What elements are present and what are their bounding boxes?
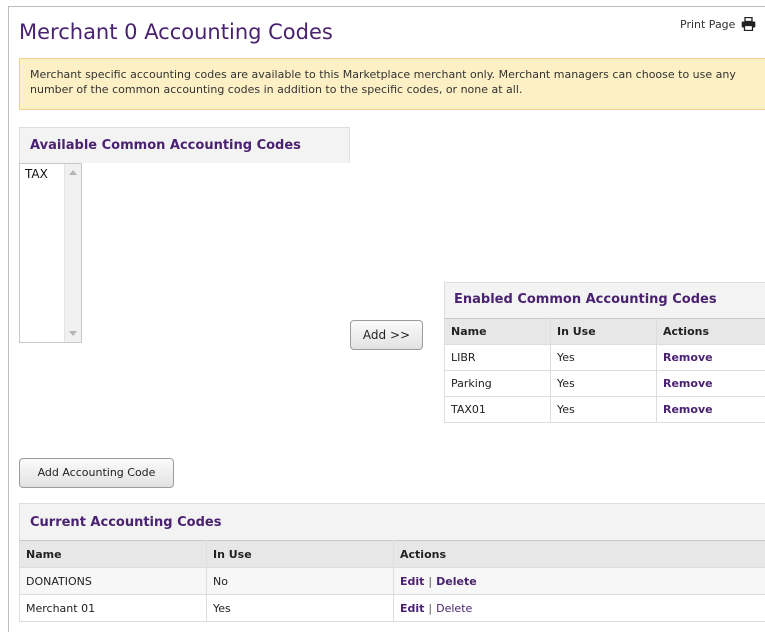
table-row: LIBR Yes Remove [444, 344, 765, 371]
code-in-use: No [206, 567, 394, 595]
table-row: Merchant 01 Yes Edit | Delete [19, 594, 765, 622]
column-header-name: Name [19, 540, 207, 568]
code-name: DONATIONS [19, 567, 207, 595]
print-page-link[interactable]: Print Page [680, 17, 756, 31]
column-header-name: Name [444, 318, 551, 345]
print-page-label: Print Page [680, 17, 736, 31]
add-button[interactable]: Add >> [350, 320, 423, 350]
column-header-actions: Actions [393, 540, 765, 568]
table-row: TAX01 Yes Remove [444, 396, 765, 423]
remove-link[interactable]: Remove [663, 351, 713, 364]
page-title: Merchant 0 Accounting Codes [19, 20, 333, 44]
column-header-in-use: In Use [206, 540, 394, 568]
table-header-row: Name In Use Actions [444, 318, 765, 345]
table-header-row: Name In Use Actions [19, 540, 765, 568]
code-name: LIBR [444, 344, 551, 371]
edit-link[interactable]: Edit [400, 575, 424, 588]
listbox-scrollbar[interactable] [64, 164, 81, 342]
info-notice: Merchant specific accounting codes are a… [19, 58, 765, 110]
enabled-codes-table: Name In Use Actions LIBR Yes Remove Park… [444, 318, 765, 423]
listbox-option-tax[interactable]: TAX [25, 167, 48, 181]
code-name: TAX01 [444, 396, 551, 423]
delete-link[interactable]: Delete [436, 575, 477, 588]
column-header-in-use: In Use [550, 318, 657, 345]
available-codes-heading: Available Common Accounting Codes [19, 127, 350, 163]
add-accounting-code-button[interactable]: Add Accounting Code [19, 458, 174, 488]
action-separator: | [428, 601, 433, 615]
current-codes-table: Name In Use Actions DONATIONS No Edit | De… [19, 540, 765, 622]
action-separator: | [428, 574, 433, 588]
table-row: Parking Yes Remove [444, 370, 765, 397]
code-in-use: Yes [550, 344, 657, 371]
available-codes-listbox[interactable]: TAX [19, 163, 82, 343]
scroll-down-arrow-icon[interactable] [69, 331, 77, 336]
scroll-up-arrow-icon[interactable] [69, 170, 77, 175]
enabled-codes-heading: Enabled Common Accounting Codes [444, 282, 765, 318]
remove-link[interactable]: Remove [663, 403, 713, 416]
current-codes-heading: Current Accounting Codes [19, 503, 765, 540]
code-name: Parking [444, 370, 551, 397]
column-header-actions: Actions [656, 318, 765, 345]
table-row: DONATIONS No Edit | Delete [19, 567, 765, 595]
code-in-use: Yes [550, 396, 657, 423]
printer-icon [741, 17, 756, 31]
code-in-use: Yes [550, 370, 657, 397]
remove-link[interactable]: Remove [663, 377, 713, 390]
code-name: Merchant 01 [19, 594, 207, 622]
edit-link[interactable]: Edit [400, 602, 424, 615]
code-in-use: Yes [206, 594, 394, 622]
delete-link[interactable]: Delete [436, 602, 472, 615]
